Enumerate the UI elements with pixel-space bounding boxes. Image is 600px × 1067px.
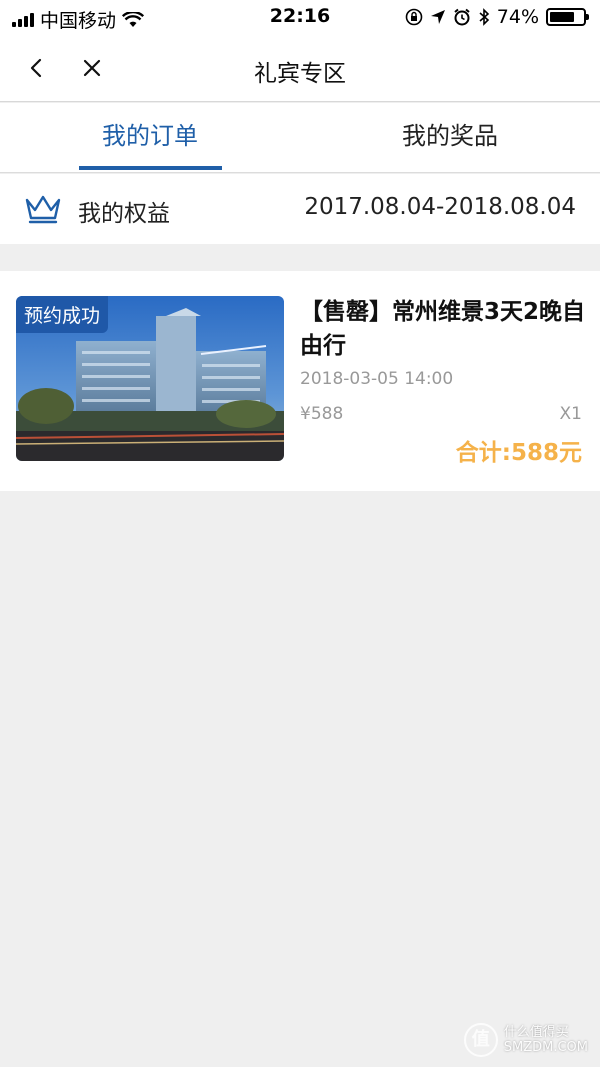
location-icon — [430, 10, 445, 24]
nav-bar: 礼宾专区 — [0, 34, 600, 102]
back-icon[interactable] — [20, 52, 52, 84]
benefits-dates: 2017.08.04-2018.08.04 — [304, 194, 576, 220]
watermark-line1: 什么值得买 — [503, 1025, 569, 1040]
tab-bar: 我的订单 我的奖品 — [0, 103, 600, 173]
tab-active-indicator — [79, 166, 222, 170]
order-time: 2018-03-05 14:00 — [300, 369, 454, 389]
signal-icon — [12, 12, 34, 27]
orientation-lock-icon — [405, 8, 423, 26]
order-title: 【售罄】常州维景3天2晚自由行 — [300, 299, 586, 359]
alarm-icon — [454, 8, 470, 26]
watermark-text: 什么值得买 SMZDM.COM — [504, 1025, 588, 1055]
wifi-icon — [122, 11, 145, 27]
watermark-logo: 值 — [463, 1023, 498, 1057]
battery-fill — [550, 12, 574, 22]
close-icon[interactable] — [76, 52, 108, 84]
status-badge: 预约成功 — [16, 296, 109, 333]
status-bar: 中国移动 22:16 74% — [0, 0, 600, 34]
tab-my-prizes[interactable]: 我的奖品 — [300, 103, 600, 173]
crown-icon — [25, 195, 61, 224]
tab-my-orders[interactable]: 我的订单 — [0, 103, 300, 173]
battery-icon — [546, 8, 589, 26]
watermark: 值 什么值得买 SMZDM.COM — [463, 1023, 588, 1057]
order-price: ¥588 — [300, 404, 344, 424]
order-card[interactable]: 预约成功 【售罄】常州维景3天2晚自由行 2018-03-05 14:00 ¥5… — [0, 271, 600, 491]
battery-percent: 74% — [496, 6, 539, 28]
order-total: 合计:588元 — [455, 440, 582, 466]
status-right: 74% — [405, 6, 589, 28]
order-thumbnail[interactable]: 预约成功 — [16, 296, 284, 461]
status-left: 中国移动 — [12, 6, 145, 33]
benefits-label: 我的权益 — [78, 201, 170, 227]
bluetooth-icon — [479, 8, 489, 26]
carrier-label: 中国移动 — [40, 10, 117, 32]
watermark-line2: SMZDM.COM — [503, 1040, 588, 1055]
benefits-row[interactable]: 我的权益 2017.08.04-2018.08.04 — [0, 174, 600, 244]
order-quantity: X1 — [559, 404, 582, 424]
